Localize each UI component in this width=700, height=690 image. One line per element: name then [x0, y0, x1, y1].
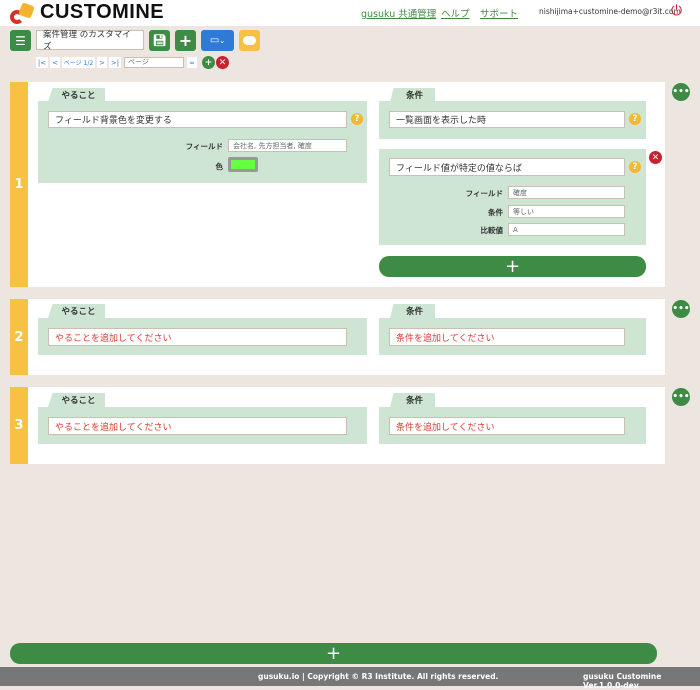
more-button[interactable]: •••: [672, 300, 690, 318]
copyright: gusuku.io | Copyright © R3 Institute. Al…: [258, 672, 499, 681]
action-select[interactable]: フィールド背景色を変更する: [48, 111, 347, 128]
save-button[interactable]: 💾︎: [149, 30, 170, 51]
color-picker[interactable]: [228, 157, 258, 172]
page-indicator: ページ 1/2: [62, 57, 95, 68]
delete-page-button[interactable]: ✕: [216, 56, 229, 69]
add-button[interactable]: +: [175, 30, 196, 51]
operator-label: 条件: [488, 208, 503, 217]
link-help[interactable]: ヘルプ: [441, 6, 470, 20]
last-page-button[interactable]: >|: [109, 57, 121, 68]
list-button[interactable]: ☰: [10, 30, 31, 51]
first-page-button[interactable]: |<: [36, 57, 48, 68]
add-page-button[interactable]: +: [202, 56, 215, 69]
rule-number: 2: [10, 299, 28, 375]
page-input[interactable]: [124, 57, 184, 68]
header: CUSTOMINE gusuku 共通管理 ヘルプ サポート nishijima…: [0, 0, 700, 26]
link-icon[interactable]: ∞: [187, 57, 197, 68]
condition-tab: 条件: [390, 393, 435, 407]
help-icon[interactable]: ?: [629, 161, 641, 173]
field-label: フィールド: [465, 189, 503, 198]
save-icon: 💾︎: [152, 34, 167, 47]
logo: CUSTOMINE: [40, 1, 165, 23]
rule-card-2: 2 やること やることを追加してください 条件 条件を追加してください: [10, 299, 665, 375]
rule-number: 1: [10, 82, 28, 287]
do-tab: やること: [48, 393, 105, 407]
next-page-button[interactable]: >: [97, 57, 107, 68]
title-input[interactable]: 案件管理 のカスタマイズ: [36, 30, 144, 52]
footer: gusuku.io | Copyright © R3 Institute. Al…: [0, 667, 700, 690]
chevron-down-icon: ⌄: [219, 36, 226, 45]
prev-page-button[interactable]: <: [50, 57, 60, 68]
folder-menu-button[interactable]: ▭ ⌄: [201, 30, 234, 51]
color-label: 色: [215, 162, 224, 171]
do-tab: やること: [48, 304, 105, 318]
operator-input[interactable]: 等しい: [508, 205, 625, 218]
condition-tab: 条件: [390, 88, 435, 102]
power-icon[interactable]: ⏻: [671, 3, 682, 19]
add-action-select[interactable]: やることを追加してください: [48, 417, 347, 435]
help-icon[interactable]: ?: [351, 113, 363, 125]
user-email: nishijima+customine-demo@r3it.com: [539, 7, 681, 16]
add-rule-button[interactable]: +: [10, 643, 657, 664]
field-input[interactable]: 確度: [508, 186, 625, 199]
logo-icon: [10, 2, 35, 24]
more-button[interactable]: •••: [672, 388, 690, 406]
delete-condition-button[interactable]: ✕: [649, 151, 662, 164]
add-condition-select[interactable]: 条件を追加してください: [389, 328, 625, 346]
rule-number: 3: [10, 387, 28, 464]
help-icon[interactable]: ?: [629, 113, 641, 125]
link-common-admin[interactable]: gusuku 共通管理: [361, 6, 436, 20]
compare-label: 比較値: [480, 226, 504, 235]
add-condition-select[interactable]: 条件を追加してください: [389, 417, 625, 435]
condition-select[interactable]: フィールド値が特定の値ならば: [389, 158, 625, 176]
more-button[interactable]: •••: [672, 83, 690, 101]
add-condition-button[interactable]: +: [379, 256, 646, 277]
gusuku-button[interactable]: [239, 30, 260, 51]
version: gusuku Customine Ver.1.0.0-dev: [583, 672, 662, 690]
condition-tab: 条件: [390, 304, 435, 318]
link-support[interactable]: サポート: [480, 6, 518, 20]
cloud-icon: [243, 36, 256, 45]
field-input[interactable]: 会社名, 先方担当者, 確度: [228, 139, 347, 152]
field-label: フィールド: [185, 142, 223, 151]
compare-input[interactable]: A: [508, 223, 625, 236]
folder-icon: ▭: [209, 35, 220, 46]
do-tab: やること: [48, 88, 105, 102]
rule-card-3: 3 やること やることを追加してください 条件 条件を追加してください: [10, 387, 665, 464]
rule-card-1: 1 やること フィールド背景色を変更する ? フィールド 会社名, 先方担当者,…: [10, 82, 665, 287]
condition-select[interactable]: 一覧画面を表示した時: [389, 111, 625, 128]
add-action-select[interactable]: やることを追加してください: [48, 328, 347, 346]
